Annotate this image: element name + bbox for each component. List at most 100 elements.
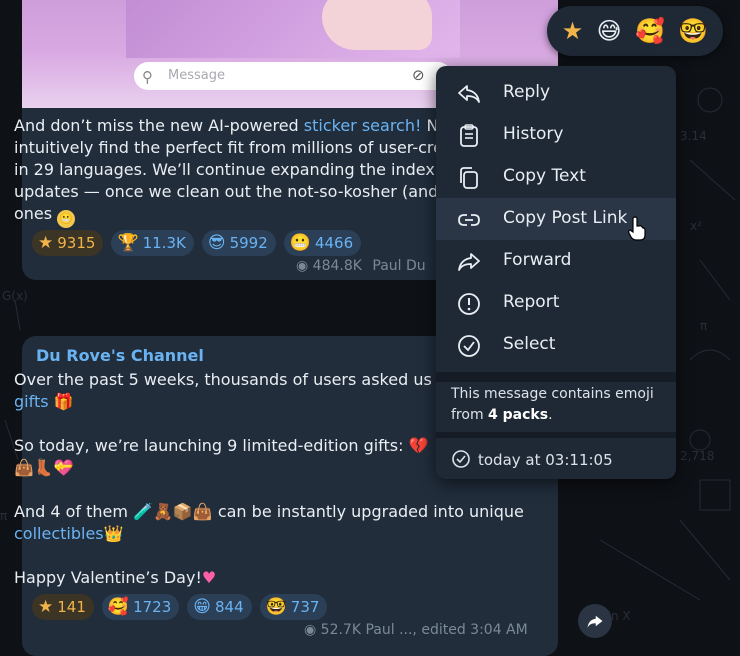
media-hand-shape [322, 0, 432, 50]
reaction-star[interactable]: ★ 9315 [32, 230, 104, 256]
reaction-count: 737 [290, 598, 320, 616]
channel-name[interactable]: Du Rove's Channel [36, 346, 204, 365]
reaction-count: 4466 [314, 234, 354, 252]
bag-emoji-icon: 👜 [192, 502, 213, 521]
post-bottom-line-4: 👜👢💝 [14, 457, 74, 479]
reaction-picker-bar: ★ 😅 🥰 🤓 [547, 6, 723, 56]
menu-item-copy-text[interactable]: Copy Text [436, 156, 676, 198]
menu-item-label: Reply [503, 82, 551, 102]
link-icon [458, 214, 480, 226]
message-time: today at 03:11:05 [478, 451, 613, 469]
context-menu: Reply History Copy Text Copy Post Link F… [436, 66, 676, 479]
menu-item-label: Copy Post Link [503, 208, 628, 228]
svg-text:2,718: 2,718 [680, 449, 714, 463]
potion-emoji-icon: 🧪 [133, 502, 153, 521]
box-emoji-icon: 📦 [172, 502, 193, 521]
svg-text:π: π [700, 319, 707, 333]
post-top-line-3: in 29 languages. We’ll continue expandin… [14, 160, 455, 179]
grin-emoji-icon: 😁 [193, 597, 211, 617]
reaction-count: 1723 [133, 598, 172, 616]
collectibles-link[interactable]: collectibles [14, 524, 104, 543]
post-top-meta: ◉ 484.8K Paul Du [296, 258, 426, 274]
nerd-emoji-icon[interactable]: 🤓 [678, 17, 708, 45]
paperclip-icon: ⚲ [142, 68, 153, 86]
menu-item-forward[interactable]: Forward [436, 240, 676, 282]
sticker-search-link[interactable]: sticker search! [304, 116, 422, 135]
media-message-placeholder: Message [168, 68, 225, 83]
packs-count: 4 packs [488, 407, 549, 423]
emoji-pack-info[interactable]: This message contains emoji from 4 packs… [451, 384, 654, 426]
star-icon[interactable]: ★ [562, 17, 584, 45]
menu-item-report[interactable]: Report [436, 282, 676, 324]
copy-icon [460, 167, 478, 189]
menu-separator [436, 372, 676, 382]
post-bottom-meta: ◉ 52.7K Paul ..., edited 3:04 AM [304, 622, 528, 638]
grimace-emoji-icon: 😬 [289, 233, 311, 253]
crown-emoji-icon: 👑 [103, 524, 124, 543]
check-circle-icon [458, 335, 480, 357]
report-icon [458, 293, 480, 315]
post-bottom-line-6: collectibles👑 [14, 523, 124, 545]
post-bottom-line-7: Happy Valentine’s Day!♥ [14, 567, 216, 589]
post-top-line-2: intuitively find the perfect fit from mi… [14, 138, 443, 157]
heart-hug-emoji-icon: 🥰 [107, 597, 130, 617]
menu-item-label: History [503, 124, 564, 144]
bear-emoji-icon: 🧸 [152, 502, 173, 521]
reaction-star[interactable]: ★ 141 [32, 594, 94, 620]
menu-item-label: Report [503, 292, 560, 312]
text-span: from [451, 407, 489, 423]
reaction-heart-hug[interactable]: 🥰 1723 [101, 594, 180, 620]
reaction-count: 11.3K [142, 234, 186, 252]
menu-item-select[interactable]: Select [436, 324, 676, 366]
view-count: 484.8K [312, 258, 362, 274]
menu-item-label: Select [503, 334, 556, 354]
sticker-icon: ⊘ [412, 66, 425, 84]
svg-text:π: π [0, 509, 7, 523]
post-top-line-5: ones 😬 [14, 203, 76, 228]
post-bottom-line-5: And 4 of them 🧪🧸📦👜 can be instantly upgr… [14, 501, 524, 523]
post-bottom-line-3: So today, we’re launching 9 limited-edit… [14, 435, 429, 457]
post-bottom-line-1: Over the past 5 weeks, thousands of user… [14, 370, 444, 389]
star-icon: ★ [38, 597, 54, 617]
svg-text:3.14: 3.14 [680, 129, 707, 143]
bag-emoji-icon: 👜 [14, 458, 34, 477]
reply-icon [458, 85, 480, 103]
boots-emoji-icon: 👢 [33, 458, 54, 477]
info-line: This message contains emoji [451, 386, 654, 402]
heart-emoji-icon: 💔 [408, 436, 429, 455]
gift-emoji-icon: 🎁 [53, 392, 74, 411]
text-span: And don’t miss the new AI-powered [14, 116, 304, 135]
gifts-link[interactable]: gifts [14, 392, 49, 411]
reaction-count: 9315 [57, 234, 96, 252]
post-top-line-1: And don’t miss the new AI-powered sticke… [14, 115, 448, 137]
heart-hug-emoji-icon[interactable]: 🥰 [635, 17, 665, 45]
svg-text:x²: x² [690, 219, 702, 233]
menu-item-history[interactable]: History [436, 114, 676, 156]
text-span: can be instantly upgraded into unique [217, 502, 524, 521]
forward-arrow-icon [587, 615, 603, 628]
svg-text:G(x): G(x) [2, 289, 28, 303]
pink-heart-emoji-icon: ♥ [201, 568, 217, 587]
reaction-trophy[interactable]: 🏆 11.3K [111, 230, 194, 256]
reaction-sunglasses[interactable]: 😎 5992 [201, 230, 276, 256]
text-span: . [548, 407, 553, 423]
star-icon: ★ [38, 233, 54, 253]
post-meta-text: 52.7K Paul ..., edited 3:04 AM [320, 622, 528, 638]
menu-separator [436, 432, 676, 438]
reaction-count: 5992 [229, 234, 268, 252]
sunglasses-emoji-icon: 😎 [207, 233, 226, 253]
post-bottom-line-2: gifts 🎁 [14, 391, 74, 413]
gift-heart-emoji-icon: 💝 [53, 458, 74, 477]
grin-sweat-emoji-icon[interactable]: 😅 [597, 17, 622, 45]
reaction-grimace[interactable]: 😬 4466 [283, 230, 362, 256]
read-time-icon [452, 450, 470, 468]
text-span: So today, we’re launching 9 limited-edit… [14, 436, 404, 455]
info-line: from 4 packs. [451, 405, 654, 426]
forward-button[interactable] [578, 604, 612, 638]
grimace-emoji-icon: 😬 [57, 210, 76, 228]
reaction-grin[interactable]: 😁 844 [187, 594, 252, 620]
nerd-emoji-icon: 🤓 [265, 597, 287, 617]
forward-icon [458, 253, 480, 271]
menu-item-reply[interactable]: Reply [436, 72, 676, 114]
reaction-nerd[interactable]: 🤓 737 [259, 594, 328, 620]
